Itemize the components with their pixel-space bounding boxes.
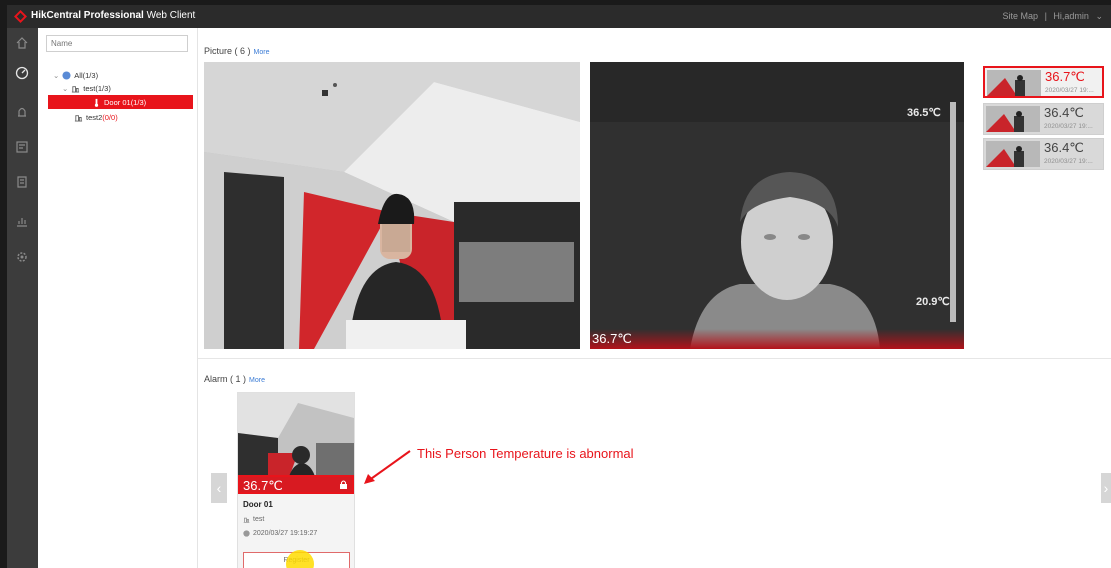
thumb-temperature: 36.4℃ (1044, 105, 1084, 120)
settings-icon[interactable] (15, 250, 29, 264)
visible-light-image (204, 62, 580, 349)
top-separator: | (1044, 11, 1047, 21)
alarm-card-temperature-bar: 36.7℃ (238, 475, 354, 494)
tree-node-count: (0/0) (102, 112, 118, 122)
thumb-time: 2020/03/27 19:... (1044, 123, 1093, 130)
thermal-temperature-label: 36.7℃ (592, 331, 632, 346)
thermometer-icon (94, 98, 99, 107)
chevron-down-icon[interactable]: ⌄ (1095, 11, 1103, 21)
picture-section-title: Picture ( 6 ) More (204, 46, 269, 56)
picture-more-link[interactable]: More (254, 49, 270, 56)
chevron-down-icon[interactable]: ⌄ (53, 71, 59, 80)
area-icon (72, 85, 80, 93)
picture-thumb[interactable]: 36.4℃ 2020/03/27 19:... (983, 138, 1104, 170)
top-right-links: Site Map | Hi,admin ⌄ (999, 11, 1103, 22)
thumb-time: 2020/03/27 19:... (1045, 87, 1094, 94)
alarm-card-time-row: 2020/03/27 19:19:27 (243, 530, 317, 537)
area-icon (74, 114, 83, 122)
site-map-link[interactable]: Site Map (1003, 11, 1039, 21)
user-menu[interactable]: Hi,admin (1053, 11, 1089, 21)
alarm-title: Alarm ( 1 ) (204, 374, 247, 384)
section-divider (198, 358, 1111, 359)
visible-light-picture[interactable] (204, 62, 580, 349)
tree-search-input[interactable] (46, 35, 188, 52)
lock-icon[interactable] (338, 479, 349, 490)
alarm-bell-icon[interactable] (15, 105, 29, 119)
alarm-card-temperature: 36.7℃ (243, 478, 283, 493)
app-window: HikCentral Professional Web Client Site … (7, 5, 1111, 568)
next-arrow-button[interactable]: › (1101, 473, 1111, 503)
module-icon-rail (7, 28, 38, 568)
event-center-icon[interactable] (15, 140, 29, 154)
thumb-time: 2020/03/27 19:... (1044, 158, 1093, 165)
tree-node-label: All (74, 70, 83, 80)
tree-node-count: (1/3) (82, 70, 99, 80)
thumb-temperature: 36.7℃ (1045, 69, 1085, 84)
thumb-image (986, 106, 1040, 132)
thumb-temperature: 36.4℃ (1044, 140, 1084, 155)
tree-node-test2[interactable]: test2 (0/0) (74, 110, 118, 124)
thermal-picture[interactable]: 36.5℃ 20.9℃ 36.7℃ (590, 62, 964, 349)
alarm-card-time: 2020/03/27 19:19:27 (253, 530, 318, 537)
alarm-section-title: Alarm ( 1 ) More (204, 374, 265, 384)
app-title-brand: HikCentral Professional (31, 10, 144, 21)
picture-thumb[interactable]: 36.4℃ 2020/03/27 19:... (983, 103, 1104, 135)
globe-icon (62, 70, 71, 80)
main-content: Picture ( 6 ) More 36.5℃ 20.9℃ 36.7℃ 36.… (198, 28, 1111, 568)
alarm-card-device-name: Door 01 (243, 500, 273, 509)
abnormal-temperature-annotation: This Person Temperature is abnormal (417, 446, 634, 461)
thermal-temperature-bar (590, 329, 964, 349)
thermal-scale-min: 20.9℃ (916, 296, 950, 308)
previous-arrow-button[interactable]: ‹ (211, 473, 227, 503)
tree-node-count: (1/3) (130, 97, 147, 107)
hikcentral-logo-icon (14, 10, 27, 23)
annotation-arrow-icon (364, 450, 411, 484)
tree-node-label: test (83, 83, 96, 93)
chevron-down-icon[interactable]: ⌄ (62, 84, 68, 93)
device-tree-panel: ⌄ All(1/3) ⌄ test(1/3) Door 01(1/3) test… (38, 28, 198, 568)
alarm-card-area-row: test (243, 516, 264, 523)
tree-node-label: test2 (86, 112, 103, 122)
app-title: HikCentral Professional Web Client (31, 10, 195, 21)
thermal-scale-max: 36.5℃ (907, 107, 941, 119)
tree-node-label: Door 01 (104, 97, 131, 107)
clock-icon (243, 530, 250, 537)
alarm-card-area: test (253, 516, 265, 523)
alarm-card[interactable]: 36.7℃ Door 01 test 2020/03/27 19:19:27 R… (237, 392, 355, 568)
tree-node-door-01[interactable]: Door 01 (1/3) (48, 95, 193, 109)
top-bar: HikCentral Professional Web Client Site … (7, 5, 1111, 28)
alarm-more-link[interactable]: More (249, 377, 265, 384)
dashboard-icon[interactable] (15, 66, 29, 80)
tree-node-count: (1/3) (95, 83, 111, 93)
thumb-image (987, 70, 1041, 96)
report-icon[interactable] (15, 175, 29, 189)
alarm-card-picture[interactable]: 36.7℃ (238, 393, 354, 494)
app-title-suffix: Web Client (146, 10, 196, 21)
home-icon[interactable] (15, 36, 29, 50)
thumb-image (986, 141, 1040, 167)
tree-node-test[interactable]: ⌄ test (1/3) (62, 81, 111, 95)
picture-thumb[interactable]: 36.7℃ 2020/03/27 19:... (983, 66, 1104, 98)
picture-title: Picture ( 6 ) (204, 46, 251, 56)
area-icon (243, 517, 250, 523)
statistics-icon[interactable] (15, 214, 29, 228)
tree-node-all[interactable]: ⌄ All (1/3) (53, 68, 98, 82)
